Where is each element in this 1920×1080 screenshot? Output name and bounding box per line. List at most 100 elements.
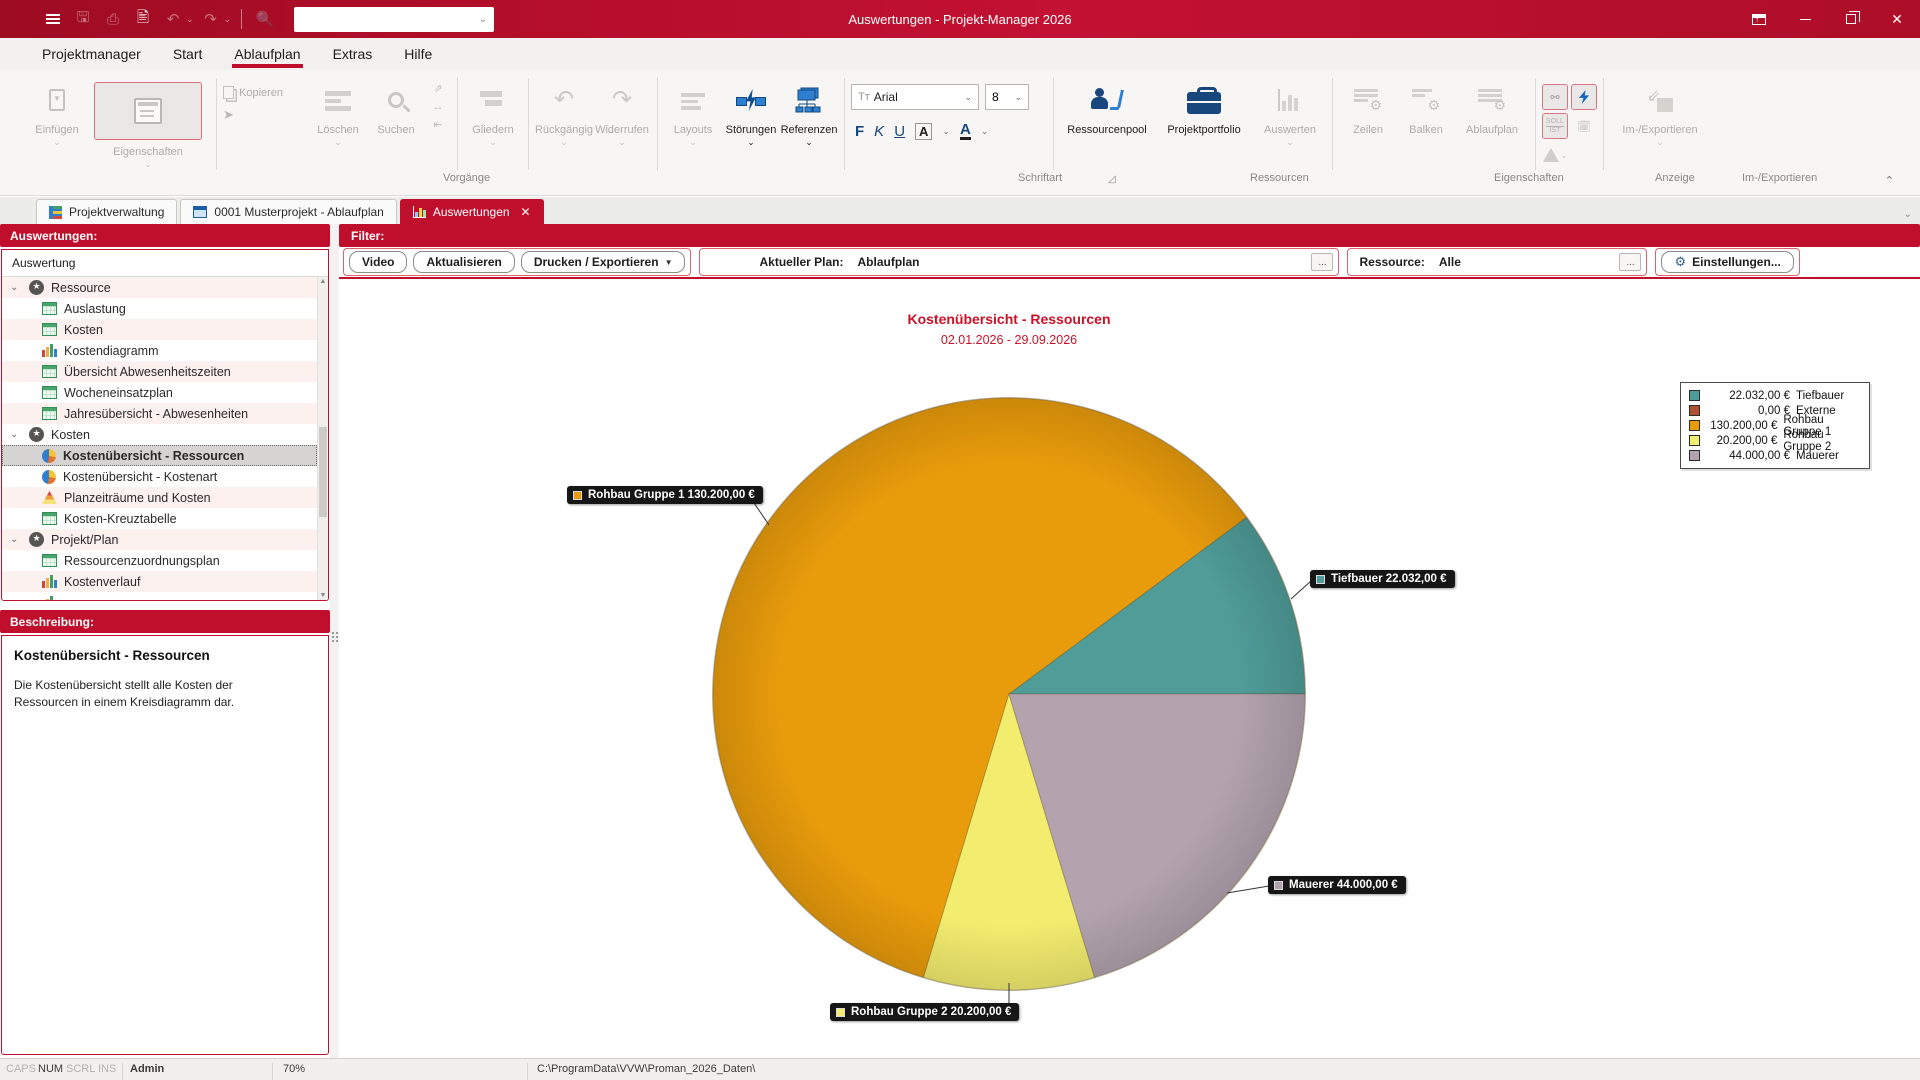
video-button[interactable]: Video (349, 251, 407, 273)
tree-item-kostenverlauf[interactable]: Kostenverlauf (2, 571, 317, 592)
tree-item-auslastung[interactable]: Auslastung (2, 298, 317, 319)
chevron-down-icon[interactable]: ⌄ (10, 429, 22, 440)
spacing-button[interactable]: ↔ (433, 102, 444, 113)
projektportfolio-button[interactable]: Projektportfolio (1154, 76, 1254, 136)
menu-extras[interactable]: Extras (317, 40, 389, 69)
menu-start[interactable]: Start (157, 40, 219, 69)
tree-item-wocheneinsatzplan[interactable]: Wocheneinsatzplan (2, 382, 317, 403)
callout-rohbau-gruppe-2[interactable]: Rohbau Gruppe 2 20.200,00 € (830, 1003, 1019, 1021)
tree-item-kostendiagramm[interactable]: Kostendiagramm (2, 340, 317, 361)
callout-rohbau-gruppe-1[interactable]: Rohbau Gruppe 1 130.200,00 € (567, 486, 763, 504)
sidebar-splitter[interactable] (330, 224, 339, 1058)
undo-dropdown[interactable]: ⌄ (186, 14, 194, 25)
dialog-launcher-icon[interactable]: ◿ (1108, 174, 1116, 185)
chevron-down-icon[interactable]: ⌄ (942, 126, 950, 137)
app-menu-button[interactable] (40, 6, 66, 32)
titlebar-search-input[interactable] (295, 8, 477, 31)
chevron-down-icon[interactable]: ⌄ (10, 282, 22, 293)
undo-button[interactable]: ↶ (160, 6, 186, 32)
ressourcenpool-button[interactable]: Ressourcenpool (1060, 76, 1154, 136)
ribbon-options-button[interactable] (1736, 0, 1782, 38)
tab-projektverwaltung[interactable]: Projektverwaltung (36, 199, 177, 224)
tree-item-kostenuebersicht-ressourcen[interactable]: Kostenübersicht - Ressourcen (2, 445, 317, 466)
einfuegen-button[interactable]: Einfügen⌄ (28, 76, 86, 148)
tab-overflow-icon[interactable]: ⌄ (1904, 209, 1912, 220)
addressbook-button[interactable]: 🖹 (130, 6, 156, 32)
tree-item-kostenuebersicht-kostenart[interactable]: Kostenübersicht - Kostenart (2, 466, 317, 487)
save-button[interactable]: 🖫 (70, 6, 96, 32)
loeschen-button[interactable]: Löschen⌄ (309, 76, 367, 148)
align-button[interactable]: ⇤ (433, 120, 442, 131)
tree-item-kosten-kreuztabelle[interactable]: Kosten-Kreuztabelle (2, 508, 317, 529)
widerrufen-button[interactable]: ↷ Widerrufen⌄ (593, 76, 651, 148)
tree-item-kosten[interactable]: Kosten (2, 319, 317, 340)
plan-browse-button[interactable]: ... (1311, 253, 1333, 271)
tab-close-icon[interactable]: ✕ (521, 205, 531, 219)
zoom-level[interactable]: 70% (283, 1063, 305, 1075)
tree-group-kosten[interactable]: ⌄ Kosten (2, 424, 317, 445)
menu-projektmanager[interactable]: Projektmanager (26, 40, 157, 69)
calendar-button[interactable]: 🗓 (1571, 113, 1597, 139)
eigenschaften-button[interactable]: Eigenschaften⌄ (86, 76, 210, 170)
tree-scrollbar[interactable]: ▲ ▼ (317, 277, 328, 600)
layouts-button[interactable]: Layouts⌄ (664, 76, 722, 148)
tree-item-jahresuebersicht-abwesenheiten[interactable]: Jahresübersicht - Abwesenheiten (2, 403, 317, 424)
rueckgaengig-button[interactable]: ↶ Rückgängig⌄ (535, 76, 593, 148)
tab-auswertungen[interactable]: Auswertungen ✕ (400, 199, 544, 224)
aktualisieren-button[interactable]: Aktualisieren (413, 251, 514, 273)
search-dropdown-icon[interactable]: ⌄ (473, 14, 493, 25)
einstellungen-button[interactable]: ⚙ Einstellungen... (1661, 251, 1793, 273)
tree-item-ressourcenzuordnungsplan[interactable]: Ressourcenzuordnungsplan (2, 550, 317, 571)
toggle-soll-ist-button[interactable]: SOLLIST (1542, 113, 1568, 139)
titlebar-search-button[interactable]: 🔍 (252, 6, 278, 32)
close-button[interactable]: ✕ (1874, 0, 1920, 38)
tree-group-projekt-plan[interactable]: ⌄ Projekt/Plan (2, 529, 317, 550)
suchen-button[interactable]: Suchen (367, 76, 425, 136)
resource-browse-button[interactable]: ... (1619, 253, 1641, 271)
kopieren-button[interactable]: Kopieren (223, 86, 309, 99)
tree-group-ressource[interactable]: ⌄ Ressource (2, 277, 317, 298)
plan-value-field[interactable]: Ablaufplan (850, 255, 1210, 269)
tree-item-partial[interactable] (2, 592, 317, 600)
toggle-flowchart-button[interactable]: ⚯ (1542, 84, 1568, 110)
font-family-select[interactable]: Tт Arial ⌄ (851, 84, 979, 110)
callout-tiefbauer[interactable]: Tiefbauer 22.032,00 € (1310, 570, 1455, 588)
im-exportieren-button[interactable]: ⇙ Im-/Exportieren⌄ (1610, 76, 1710, 148)
stoerungen-button[interactable]: Störungen⌄ (722, 76, 780, 148)
scroll-down-icon[interactable]: ▼ (318, 592, 328, 599)
select-cursor-button[interactable]: ➤ (223, 107, 309, 123)
ablaufplan-settings-button[interactable]: ⚙ Ablaufplan (1455, 76, 1529, 136)
tree-item-uebersicht-abwesenheitszeiten[interactable]: Übersicht Abwesenheitszeiten (2, 361, 317, 382)
toggle-disruptions-button[interactable] (1571, 84, 1597, 110)
italic-button[interactable]: K (874, 123, 884, 140)
scroll-up-icon[interactable]: ▲ (318, 278, 328, 285)
restore-button[interactable] (1828, 0, 1874, 38)
chevron-down-icon[interactable]: ⌄ (981, 126, 989, 137)
bold-button[interactable]: F (855, 123, 864, 140)
font-color-button[interactable]: A (960, 122, 971, 140)
chevron-down-icon[interactable]: ⌄ (10, 534, 22, 545)
redo-dropdown[interactable]: ⌄ (224, 14, 232, 25)
print-button[interactable]: ⎙ (100, 6, 126, 32)
referenzen-button[interactable]: Referenzen⌄ (780, 76, 838, 148)
font-size-select[interactable]: 8 ⌄ (985, 84, 1029, 110)
underline-button[interactable]: U (894, 123, 905, 140)
tree-item-planzeitraeume-und-kosten[interactable]: Planzeiträume und Kosten (2, 487, 317, 508)
auswerten-button[interactable]: Auswerten⌄ (1254, 76, 1326, 148)
link-tasks-button[interactable]: ⇗ (433, 84, 442, 95)
minimize-button[interactable] (1782, 0, 1828, 38)
drucken-exportieren-button[interactable]: Drucken / Exportieren ▼ (521, 251, 686, 273)
redo-button[interactable]: ↷ (198, 6, 224, 32)
balken-button[interactable]: ⚙ Balken (1397, 76, 1455, 136)
collapse-ribbon-button[interactable]: ⌃ (1885, 174, 1894, 187)
zeilen-button[interactable]: ⚙ Zeilen (1339, 76, 1397, 136)
scrollbar-thumb[interactable] (319, 427, 327, 517)
tab-musterprojekt-ablaufplan[interactable]: 0001 Musterprojekt - Ablaufplan (180, 199, 396, 224)
font-frame-button[interactable]: A (915, 123, 932, 140)
resource-value-field[interactable]: Alle (1431, 255, 1521, 269)
menu-ablaufplan[interactable]: Ablaufplan (218, 40, 316, 69)
menu-hilfe[interactable]: Hilfe (388, 40, 448, 69)
gliedern-button[interactable]: Gliedern⌄ (464, 76, 522, 148)
callout-mauerer[interactable]: Mauerer 44.000,00 € (1268, 876, 1406, 894)
warning-button[interactable]: ⌄ (1542, 142, 1568, 168)
